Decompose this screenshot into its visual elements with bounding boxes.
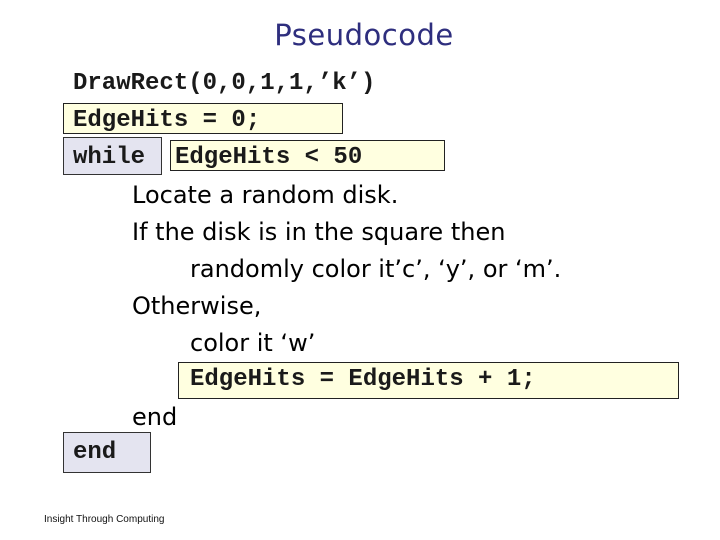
inner-end-line: end [132, 403, 178, 431]
init-line: EdgeHits = 0; [73, 107, 261, 134]
increment-line: EdgeHits = EdgeHits + 1; [190, 366, 536, 393]
slide-title: Pseudocode [274, 18, 454, 52]
color-random-line: randomly color it’c’, ‘y’, or ‘m’. [190, 255, 562, 283]
outer-end-line: end [73, 439, 117, 466]
otherwise-line: Otherwise, [132, 292, 262, 320]
drawrect-line: DrawRect(0,0,1,1,’k’) [73, 70, 376, 97]
footer-text: Insight Through Computing [44, 514, 165, 525]
color-w-line: color it ‘w’ [190, 329, 316, 357]
while-keyword: while [73, 144, 146, 171]
if-line: If the disk is in the square then [132, 218, 506, 246]
while-condition: EdgeHits < 50 [175, 144, 363, 171]
locate-line: Locate a random disk. [132, 181, 399, 209]
